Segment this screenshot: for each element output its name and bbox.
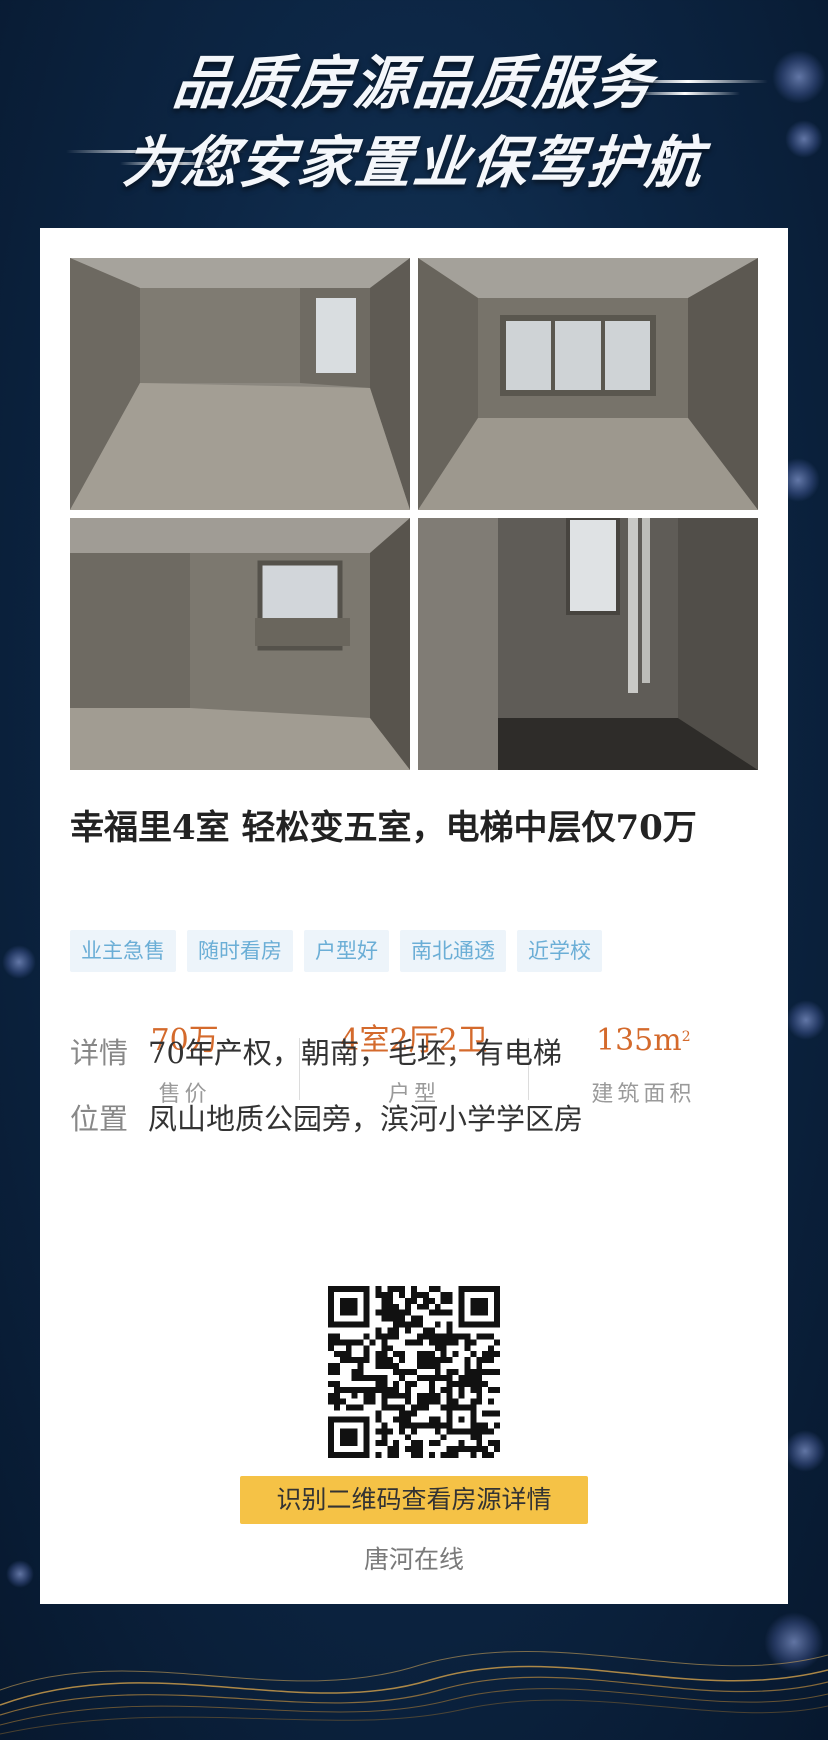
hero-headline: 品质房源品质服务	[169, 49, 658, 117]
listing-tag: 业主急售	[70, 930, 176, 972]
background-waves	[0, 1651, 828, 1735]
listing-photo-2[interactable]	[418, 258, 758, 510]
background-bokeh	[786, 1000, 826, 1040]
listing-card: 幸福里4室 轻松变五室，电梯中层仅70万 业主急售 随时看房 户型好 南北通透 …	[40, 228, 788, 1604]
background-bokeh	[784, 1430, 826, 1472]
background-bokeh	[6, 1560, 34, 1588]
stat-area: 135m2 建筑面积	[529, 1018, 758, 1108]
listing-photo-4[interactable]	[418, 518, 758, 770]
listing-tag: 随时看房	[187, 930, 293, 972]
listing-tag: 户型好	[304, 930, 389, 972]
stat-area-unit-exponent: 2	[681, 1029, 691, 1045]
listing-title[interactable]: 幸福里4室 轻松变五室，电梯中层仅70万	[70, 798, 760, 858]
listing-photo-3[interactable]	[70, 518, 410, 770]
cta-scan-button[interactable]: 识别二维码查看房源详情	[240, 1476, 588, 1524]
listing-tags: 业主急售 随时看房 户型好 南北通透 近学校	[70, 930, 602, 974]
details-row: 详情 70年产权，朝南，毛坯，有电梯	[70, 1030, 562, 1072]
stat-area-value: 135m2	[529, 1018, 758, 1064]
details-value: 70年产权，朝南，毛坯，有电梯	[148, 1036, 562, 1070]
stat-area-number: 135m	[596, 1023, 682, 1058]
hero-banner: 品质房源品质服务 为您安家置业保驾护航	[0, 0, 828, 225]
location-row: 位置 凤山地质公园旁，滨河小学学区房	[70, 1096, 583, 1138]
location-key: 位置	[70, 1102, 129, 1136]
listing-tag: 近学校	[517, 930, 602, 972]
hero-subheadline: 为您安家置业保驾护航	[120, 131, 707, 196]
background-bokeh	[2, 945, 36, 979]
brand-name: 唐河在线	[363, 1545, 464, 1574]
listing-photo-1[interactable]	[70, 258, 410, 510]
details-key: 详情	[70, 1036, 129, 1070]
location-value: 凤山地质公园旁，滨河小学学区房	[148, 1102, 584, 1136]
qr-code[interactable]	[328, 1286, 500, 1458]
listing-tag: 南北通透	[400, 930, 506, 972]
